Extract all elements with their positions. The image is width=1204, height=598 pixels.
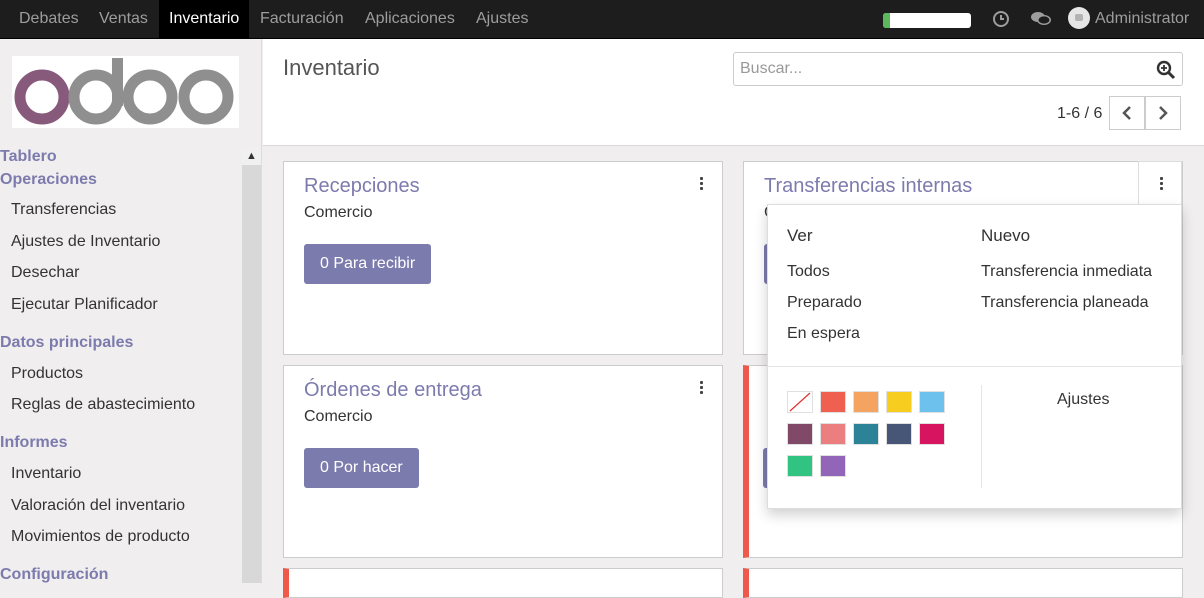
sidebar-scrollbar[interactable]: ▲ bbox=[242, 147, 261, 583]
view-ready-link[interactable]: Preparado bbox=[787, 294, 862, 312]
nav-facturacion[interactable]: Facturación bbox=[250, 0, 354, 38]
top-navbar: Debates Ventas Inventario Facturación Ap… bbox=[0, 0, 1204, 39]
color-swatch[interactable] bbox=[886, 423, 912, 445]
nav-inventario[interactable]: Inventario bbox=[159, 0, 250, 38]
sidebar-head-informes: Informes bbox=[0, 434, 68, 451]
kanban-card-ordenes-entrega[interactable]: Órdenes de entrega Comercio 0 Por hacer bbox=[283, 365, 723, 558]
sidebar-item-valoracion[interactable]: Valoración del inventario bbox=[11, 497, 185, 515]
sidebar-head-datos-principales: Datos principales bbox=[0, 334, 134, 351]
kanban-card-bottom-left[interactable] bbox=[283, 568, 723, 598]
new-immediate-transfer-link[interactable]: Transferencia inmediata bbox=[981, 263, 1152, 281]
pager-previous-button[interactable] bbox=[1109, 96, 1145, 130]
nav-ajustes[interactable]: Ajustes bbox=[466, 0, 538, 38]
color-swatch[interactable] bbox=[820, 455, 846, 477]
clock-icon[interactable] bbox=[991, 8, 1013, 30]
sidebar-item-inventario[interactable]: Inventario bbox=[11, 465, 81, 483]
kanban-card-recepciones[interactable]: Recepciones Comercio 0 Para recibir bbox=[283, 161, 723, 355]
new-planned-transfer-link[interactable]: Transferencia planeada bbox=[981, 294, 1149, 312]
sidebar-item-productos[interactable]: Productos bbox=[11, 365, 83, 383]
avatar bbox=[1068, 6, 1090, 29]
card-subtitle: Comercio bbox=[304, 408, 373, 425]
control-panel: Inventario 1-6 / 6 bbox=[263, 39, 1204, 146]
settings-link[interactable]: Ajustes bbox=[1057, 391, 1109, 409]
page-title: Inventario bbox=[283, 55, 380, 80]
card-title[interactable]: Órdenes de entrega bbox=[304, 379, 482, 402]
color-swatch[interactable] bbox=[820, 423, 846, 445]
color-swatch[interactable] bbox=[886, 391, 912, 413]
card-title[interactable]: Transferencias internas bbox=[764, 175, 972, 198]
search-box[interactable] bbox=[733, 52, 1183, 86]
pager-next-button[interactable] bbox=[1145, 96, 1181, 130]
color-swatch[interactable] bbox=[919, 423, 945, 445]
color-swatch[interactable] bbox=[787, 423, 813, 445]
sidebar-head-configuracion: Configuración bbox=[0, 566, 109, 583]
user-menu[interactable]: Administrator bbox=[1068, 0, 1189, 38]
nav-ventas[interactable]: Ventas bbox=[89, 0, 158, 38]
pager-value[interactable]: 1-6 / 6 bbox=[1057, 105, 1102, 123]
color-swatch[interactable] bbox=[919, 391, 945, 413]
sidebar-item-ejecutar-planificador[interactable]: Ejecutar Planificador bbox=[11, 296, 158, 314]
sidebar-item-desechar[interactable]: Desechar bbox=[11, 264, 79, 282]
view-header: Ver bbox=[787, 226, 813, 245]
sidebar-head-operaciones: Operaciones bbox=[0, 171, 97, 188]
divider bbox=[768, 366, 1181, 367]
divider bbox=[981, 385, 982, 488]
card-dropdown-menu: Ver Nuevo Todos Preparado En espera Tran… bbox=[767, 204, 1182, 509]
card-title[interactable]: Recepciones bbox=[304, 175, 420, 198]
kanban-card-bottom-right[interactable] bbox=[743, 568, 1183, 598]
color-swatch[interactable] bbox=[820, 391, 846, 413]
view-all-link[interactable]: Todos bbox=[787, 263, 830, 281]
no-color-swatch[interactable] bbox=[787, 391, 813, 413]
user-name: Administrator bbox=[1095, 10, 1190, 27]
planner-progress-bar[interactable] bbox=[883, 13, 971, 28]
card-menu-icon[interactable] bbox=[693, 176, 709, 192]
color-swatch[interactable] bbox=[853, 423, 879, 445]
sidebar-item-transferencias[interactable]: Transferencias bbox=[11, 201, 116, 219]
scroll-up-icon[interactable]: ▲ bbox=[242, 147, 261, 165]
progress-fill bbox=[883, 13, 891, 28]
color-swatch[interactable] bbox=[787, 455, 813, 477]
odoo-logo[interactable] bbox=[12, 56, 239, 128]
to-receive-button[interactable]: 0 Para recibir bbox=[304, 244, 432, 284]
chat-icon[interactable] bbox=[1030, 8, 1052, 30]
card-subtitle: Comercio bbox=[304, 204, 373, 221]
sidebar: Tablero Operaciones Transferencias Ajust… bbox=[0, 39, 262, 583]
card-menu-toggle[interactable] bbox=[1138, 161, 1182, 205]
sidebar-item-movimientos[interactable]: Movimientos de producto bbox=[11, 528, 190, 546]
nav-debates[interactable]: Debates bbox=[9, 0, 89, 38]
search-icon[interactable] bbox=[1156, 60, 1176, 80]
to-do-button[interactable]: 0 Por hacer bbox=[304, 448, 419, 488]
new-header: Nuevo bbox=[981, 226, 1031, 245]
sidebar-item-ajustes-inventario[interactable]: Ajustes de Inventario bbox=[11, 233, 160, 251]
view-waiting-link[interactable]: En espera bbox=[787, 325, 860, 343]
card-menu-icon[interactable] bbox=[1153, 176, 1169, 192]
card-menu-icon[interactable] bbox=[693, 380, 709, 396]
sidebar-item-reglas-abastecimiento[interactable]: Reglas de abastecimiento bbox=[11, 396, 195, 414]
search-input[interactable] bbox=[740, 60, 1140, 78]
color-swatch[interactable] bbox=[853, 391, 879, 413]
nav-aplicaciones[interactable]: Aplicaciones bbox=[355, 0, 465, 38]
sidebar-head-tablero[interactable]: Tablero bbox=[0, 148, 57, 166]
